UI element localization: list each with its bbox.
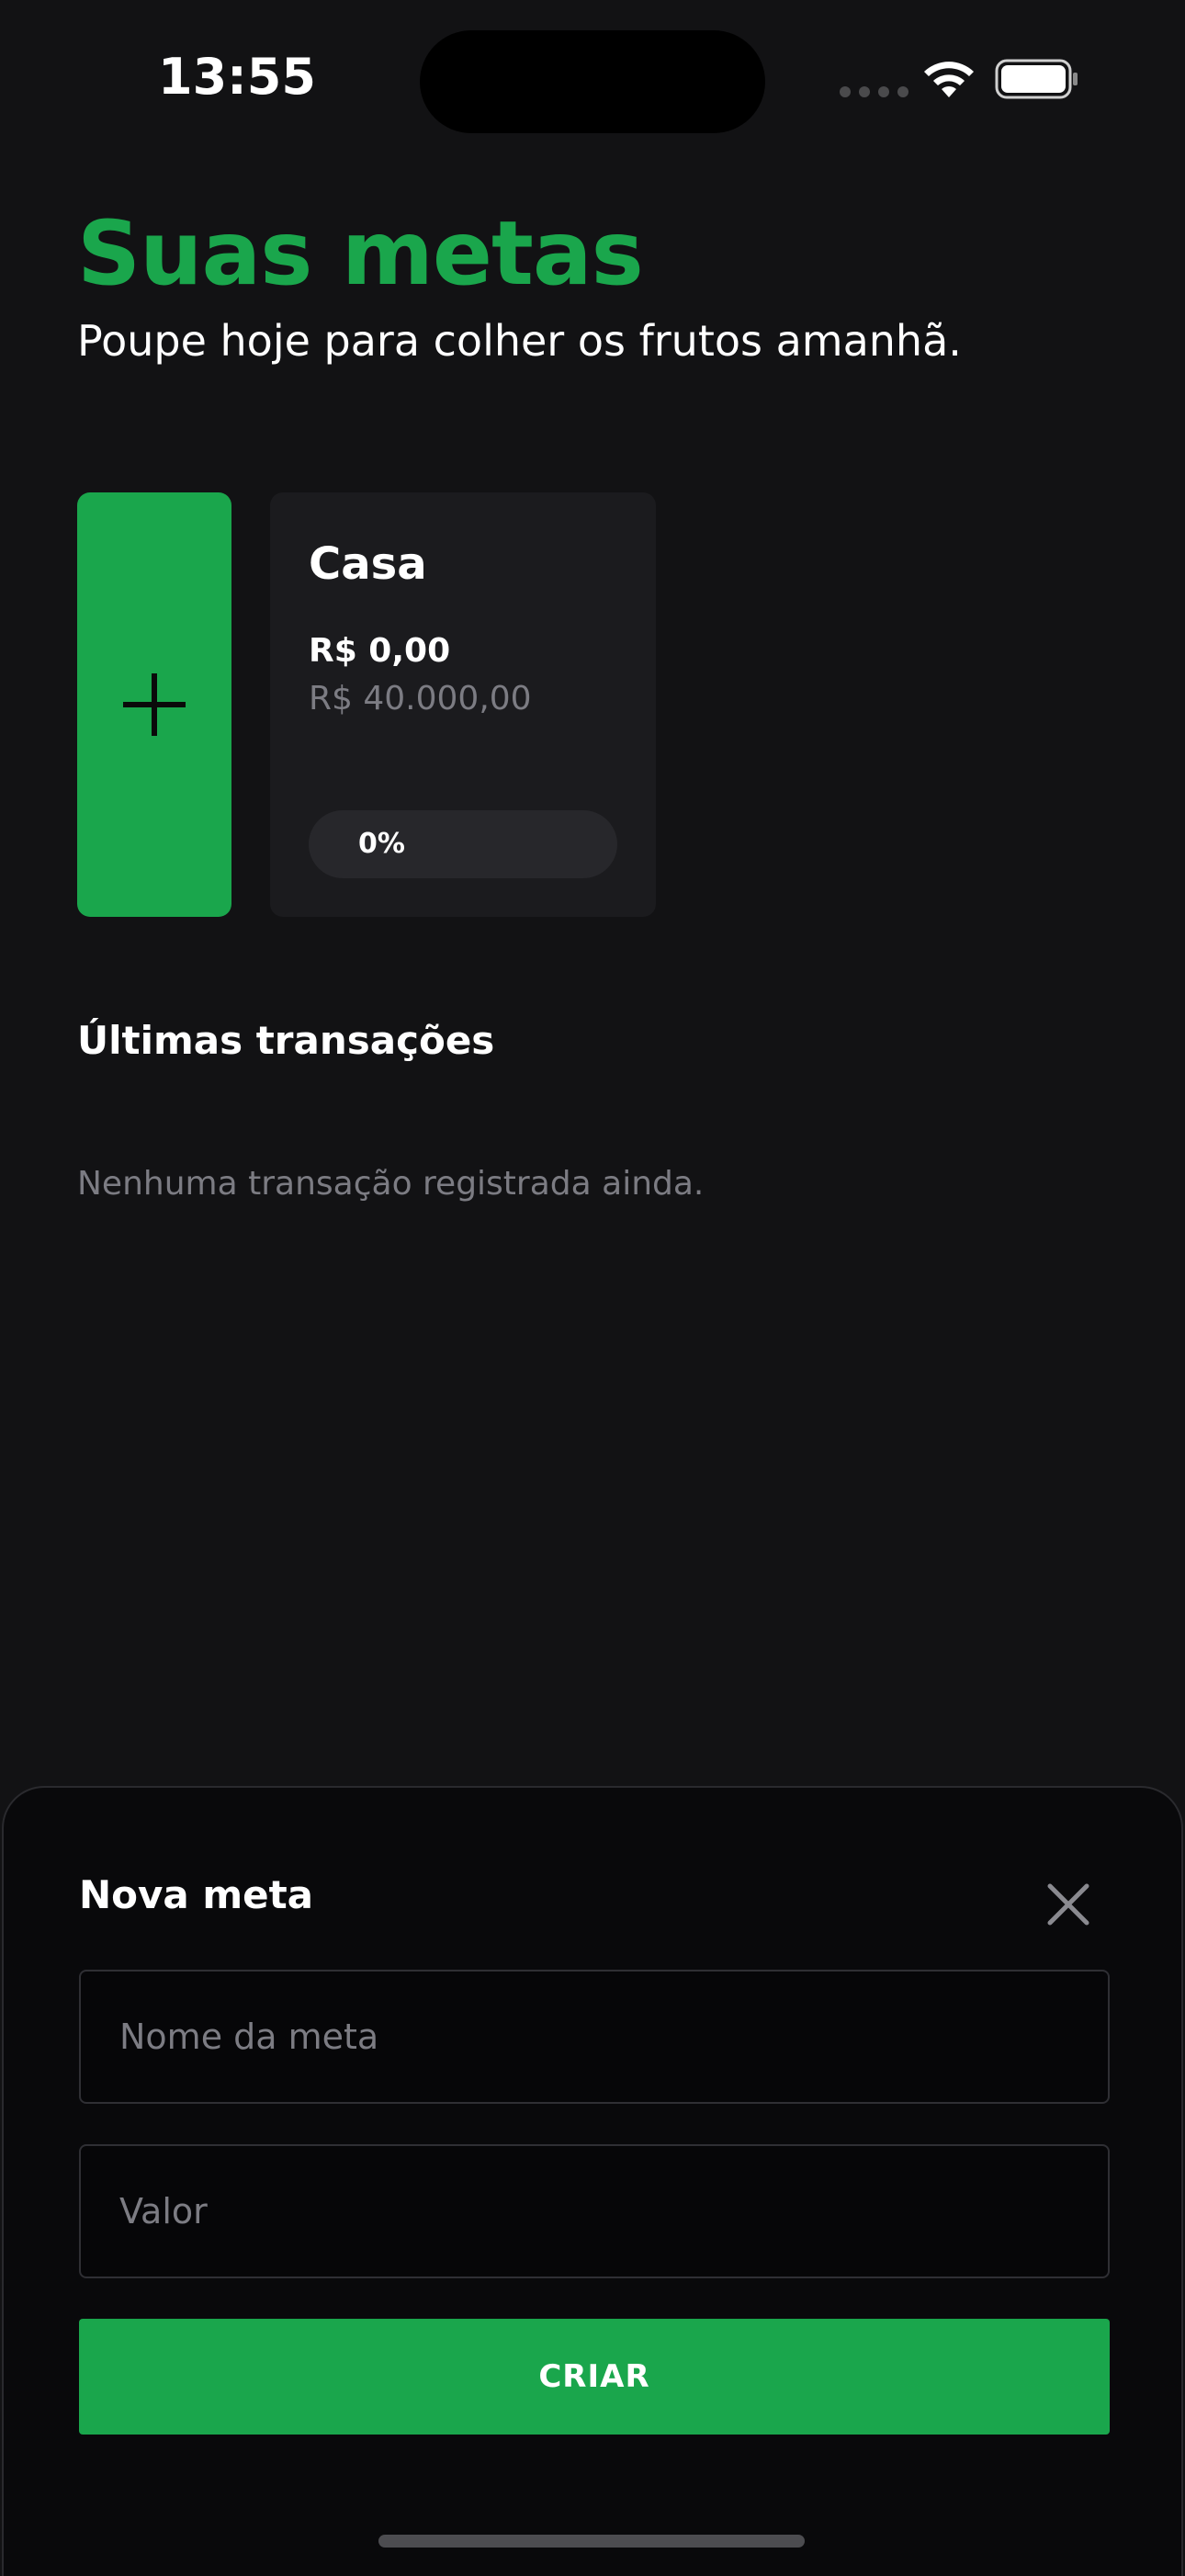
- create-goal-button[interactable]: CRIAR: [79, 2319, 1110, 2435]
- home-indicator: [378, 2535, 805, 2548]
- close-icon[interactable]: [1036, 1872, 1100, 1937]
- add-goal-button[interactable]: [77, 492, 231, 917]
- transactions-title: Últimas transações: [77, 1018, 495, 1063]
- goal-current-amount: R$ 0,00: [309, 632, 451, 670]
- wifi-icon: [924, 62, 974, 97]
- status-time: 13:55: [158, 48, 316, 106]
- sheet-title: Nova meta: [79, 1872, 314, 1917]
- goal-progress-bar: 0%: [309, 810, 617, 878]
- new-goal-sheet: Nova meta CRIAR: [2, 1786, 1183, 2576]
- goal-name-input[interactable]: [79, 1970, 1110, 2104]
- page-title: Suas metas: [77, 202, 644, 305]
- battery-icon: [995, 59, 1078, 99]
- goal-value-input[interactable]: [79, 2144, 1110, 2278]
- goal-target-amount: R$ 40.000,00: [309, 680, 532, 717]
- goal-name: Casa: [309, 538, 427, 590]
- page-subtitle: Poupe hoje para colher os frutos amanhã.: [77, 316, 962, 366]
- dynamic-island: [420, 30, 765, 133]
- goal-progress-label: 0%: [358, 828, 405, 860]
- goal-card[interactable]: Casa R$ 0,00 R$ 40.000,00 0%: [270, 492, 656, 917]
- transactions-empty-message: Nenhuma transação registrada ainda.: [77, 1165, 705, 1203]
- plus-icon: [123, 673, 186, 736]
- cellular-signal-icon: [840, 86, 908, 97]
